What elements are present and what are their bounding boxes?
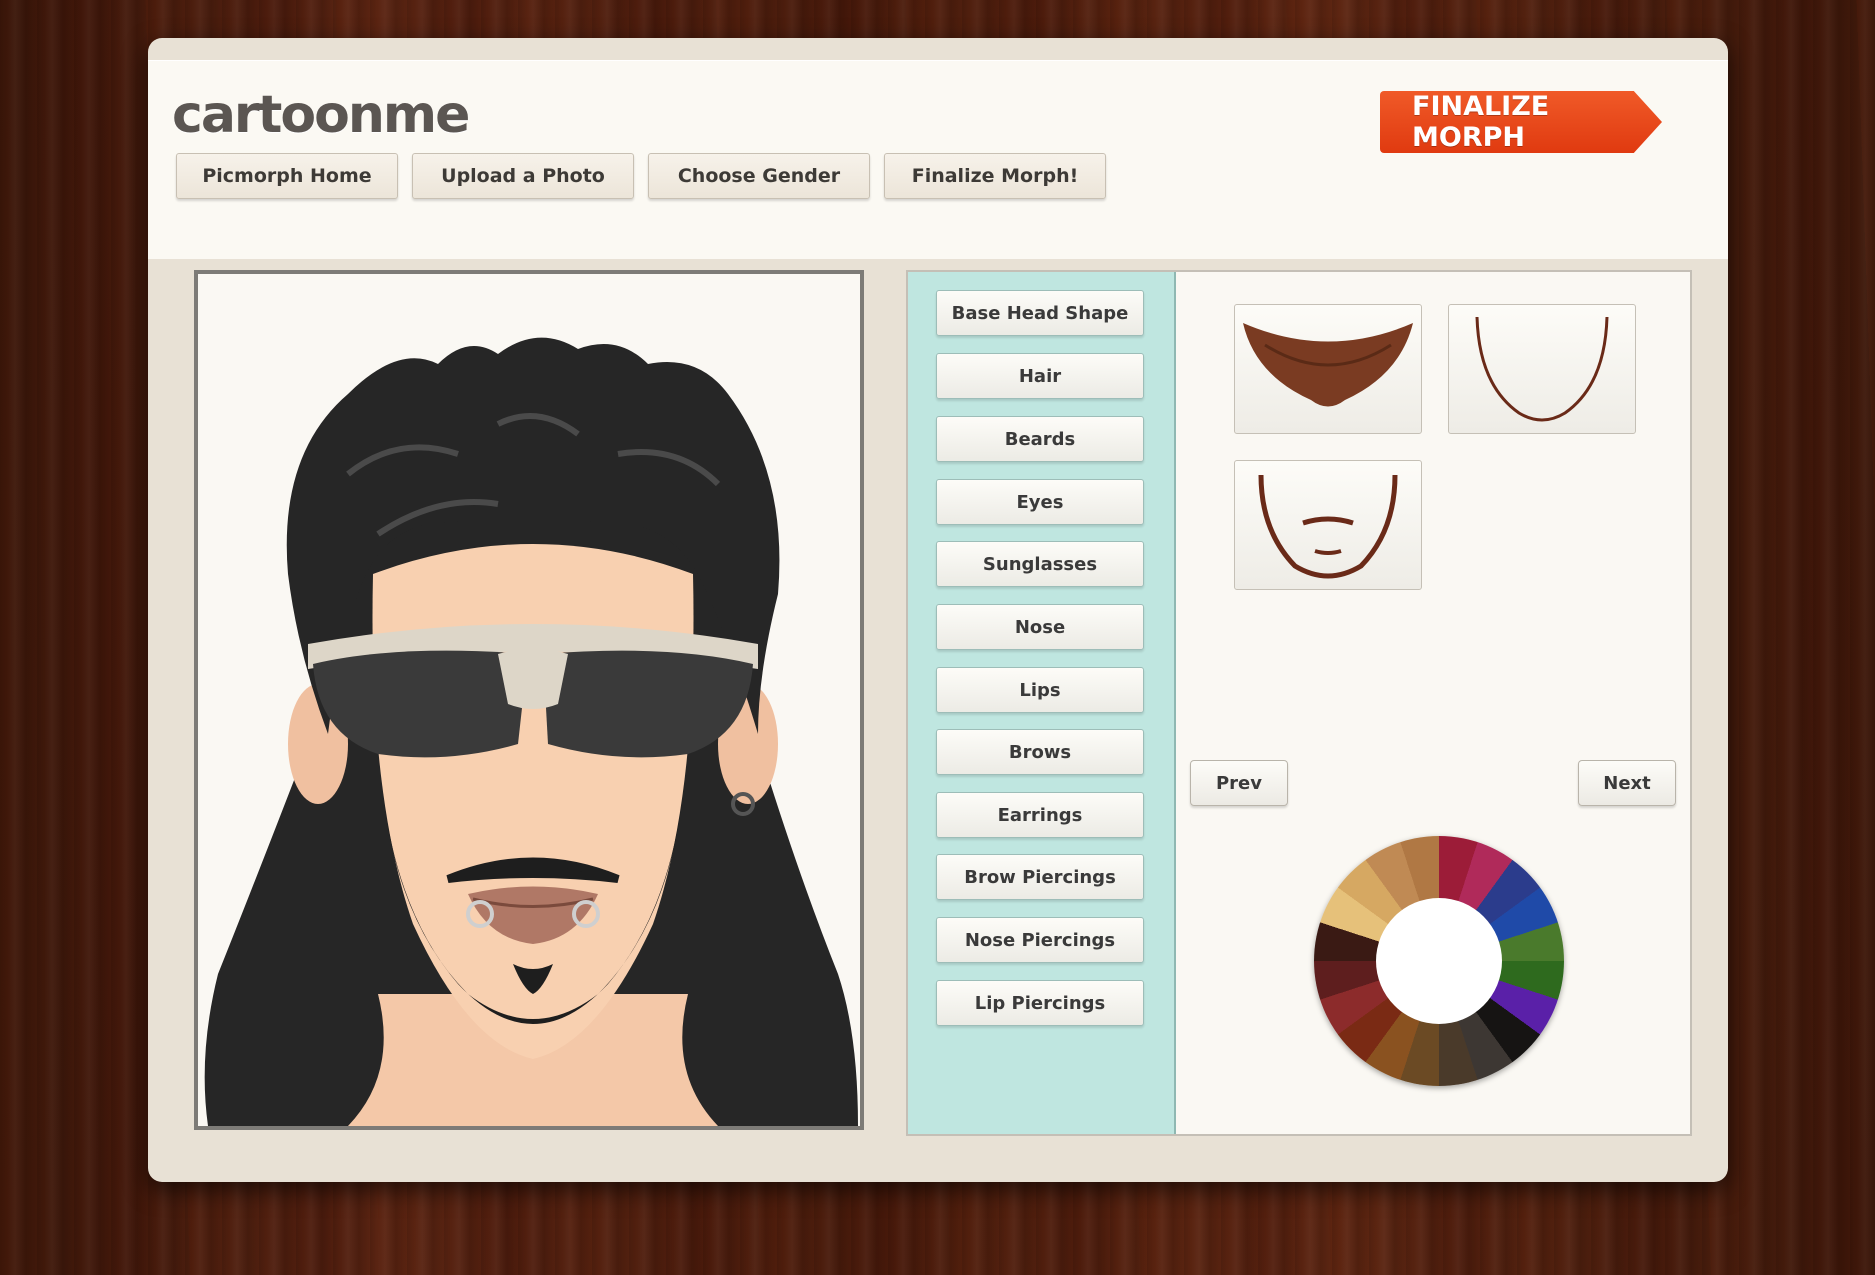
category-brows[interactable]: Brows (936, 729, 1144, 775)
header: cartoonme Picmorph Home Upload a Photo C… (148, 60, 1728, 259)
category-sunglasses[interactable]: Sunglasses (936, 541, 1144, 587)
finalize-morph-button[interactable]: FINALIZE MORPH (1380, 91, 1662, 153)
category-base-head-shape[interactable]: Base Head Shape (936, 290, 1144, 336)
category-lip-piercings[interactable]: Lip Piercings (936, 980, 1144, 1026)
category-nose-piercings[interactable]: Nose Piercings (936, 917, 1144, 963)
prev-button[interactable]: Prev (1190, 760, 1288, 806)
chin-strap-mustache-beard-icon (1258, 474, 1398, 579)
category-brow-piercings[interactable]: Brow Piercings (936, 854, 1144, 900)
app-window: cartoonme Picmorph Home Upload a Photo C… (148, 38, 1728, 1182)
logo[interactable]: cartoonme (172, 85, 470, 145)
upload-photo-button[interactable]: Upload a Photo (412, 153, 634, 199)
beard-option-chin-strap[interactable] (1448, 304, 1636, 434)
avatar-illustration (204, 337, 858, 1126)
beard-option-chin-strap-mustache[interactable] (1234, 460, 1422, 590)
beard-option-goatee[interactable] (1234, 304, 1422, 434)
avatar-preview (194, 270, 864, 1130)
color-wheel-icon[interactable] (1314, 836, 1564, 1086)
category-list: Base Head Shape Hair Beards Eyes Sunglas… (908, 272, 1176, 1134)
finalize-morph-nav-button[interactable]: Finalize Morph! (884, 153, 1106, 199)
customize-panel: Base Head Shape Hair Beards Eyes Sunglas… (906, 270, 1692, 1136)
category-eyes[interactable]: Eyes (936, 479, 1144, 525)
choose-gender-button[interactable]: Choose Gender (648, 153, 870, 199)
nose-bridge (498, 649, 568, 709)
category-nose[interactable]: Nose (936, 604, 1144, 650)
color-wheel-center (1376, 898, 1502, 1024)
category-lips[interactable]: Lips (936, 667, 1144, 713)
category-hair[interactable]: Hair (936, 353, 1144, 399)
next-button[interactable]: Next (1578, 760, 1676, 806)
category-earrings[interactable]: Earrings (936, 792, 1144, 838)
picmorph-home-button[interactable]: Picmorph Home (176, 153, 398, 199)
category-beards[interactable]: Beards (936, 416, 1144, 462)
chin-strap-beard-icon (1475, 316, 1609, 422)
goatee-beard-icon (1243, 323, 1413, 407)
top-nav: Picmorph Home Upload a Photo Choose Gend… (176, 153, 1106, 199)
